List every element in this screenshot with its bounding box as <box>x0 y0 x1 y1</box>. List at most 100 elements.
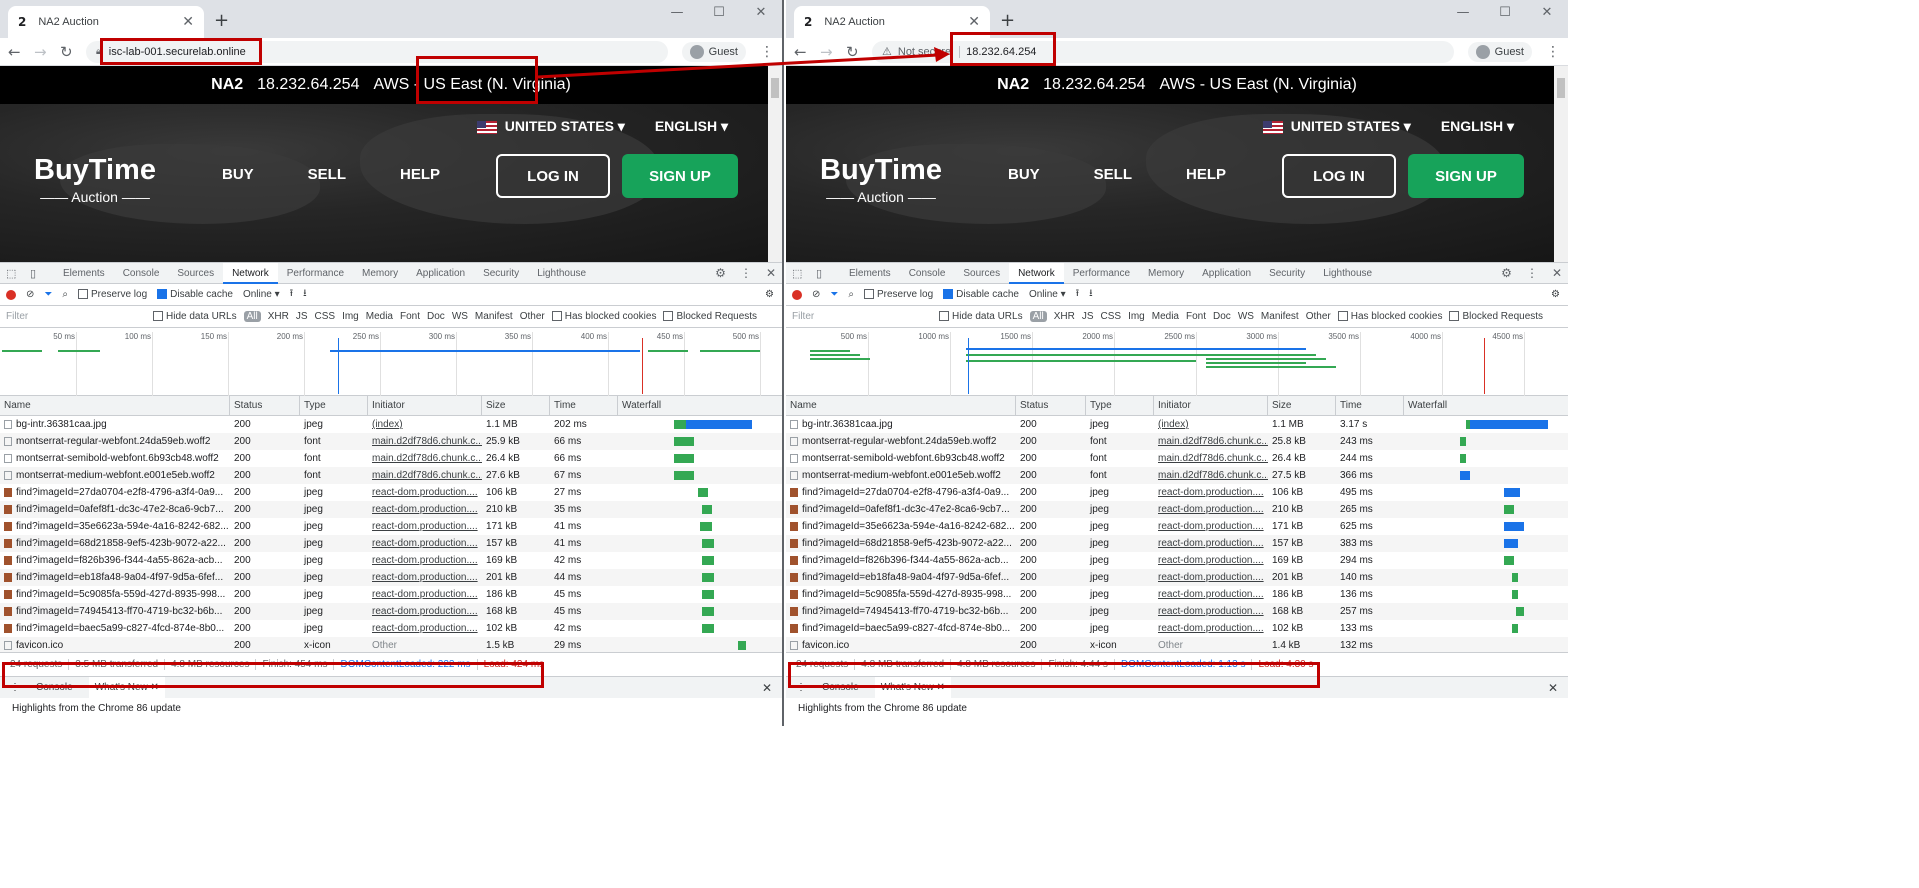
table-row[interactable]: find?imageId=35e6623a-594e-4a16-8242-682… <box>0 518 782 535</box>
site-logo[interactable]: BuyTime —— Auction —— <box>34 154 156 205</box>
row-name[interactable]: find?imageId=eb18fa48-9a04-4f97-9d5a-6fe… <box>0 572 230 583</box>
search-icon[interactable]: ⌕ <box>848 289 854 300</box>
col-time[interactable]: Time <box>1336 395 1404 416</box>
row-initiator[interactable]: react-dom.production.... <box>368 504 482 515</box>
filter-css[interactable]: CSS <box>1101 311 1122 322</box>
table-row[interactable]: find?imageId=5c9085fa-559d-427d-8935-998… <box>786 586 1568 603</box>
row-name[interactable]: find?imageId=27da0704-e2f8-4796-a3f4-0a9… <box>0 487 230 498</box>
table-row[interactable]: find?imageId=baec5a99-c827-4fcd-874e-8b0… <box>0 620 782 637</box>
close-tab-icon[interactable]: ✕ <box>182 14 194 30</box>
row-initiator[interactable]: (index) <box>1154 419 1268 430</box>
row-initiator[interactable]: react-dom.production.... <box>1154 606 1268 617</box>
drawer-tab-console[interactable]: Console <box>36 682 73 693</box>
table-row[interactable]: find?imageId=eb18fa48-9a04-4f97-9d5a-6fe… <box>786 569 1568 586</box>
network-settings-icon[interactable]: ⚙ <box>765 289 774 300</box>
table-row[interactable]: favicon.ico 200 x-icon Other 1.4 kB 132 ms <box>786 637 1568 652</box>
preserve-log-checkbox[interactable]: Preserve log <box>864 289 933 300</box>
row-initiator[interactable]: react-dom.production.... <box>368 606 482 617</box>
drawer-menu-icon[interactable]: ⋮ <box>796 682 806 693</box>
devtools-menu-icon[interactable]: ⋮ <box>1526 266 1538 280</box>
row-name[interactable]: montserrat-medium-webfont.e001e5eb.woff2 <box>0 470 230 481</box>
row-initiator[interactable]: react-dom.production.... <box>1154 504 1268 515</box>
filter-media[interactable]: Media <box>1152 311 1179 322</box>
table-row[interactable]: find?imageId=baec5a99-c827-4fcd-874e-8b0… <box>786 620 1568 637</box>
nav-buy[interactable]: BUY <box>1008 166 1040 183</box>
row-initiator[interactable]: react-dom.production.... <box>368 572 482 583</box>
tab-lighthouse[interactable]: Lighthouse <box>528 263 595 284</box>
drawer-menu-icon[interactable]: ⋮ <box>10 682 20 693</box>
preserve-log-checkbox[interactable]: Preserve log <box>78 289 147 300</box>
row-initiator[interactable]: main.d2df78d6.chunk.c... <box>368 453 482 464</box>
table-row[interactable]: find?imageId=27da0704-e2f8-4796-a3f4-0a9… <box>786 484 1568 501</box>
profile-button[interactable]: Guest <box>681 41 746 62</box>
filter-js[interactable]: JS <box>1082 311 1094 322</box>
filter-all[interactable]: All <box>243 311 261 322</box>
page-scrollbar[interactable] <box>1554 66 1568 262</box>
col-size[interactable]: Size <box>1268 395 1336 416</box>
table-row[interactable]: find?imageId=74945413-ff70-4719-bc32-b6b… <box>0 603 782 620</box>
row-name[interactable]: montserrat-semibold-webfont.6b93cb48.wof… <box>0 453 230 464</box>
warning-icon[interactable]: ⚠ <box>882 45 892 58</box>
hide-data-urls-checkbox[interactable]: Hide data URLs <box>153 311 237 322</box>
row-name[interactable]: montserrat-semibold-webfont.6b93cb48.wof… <box>786 453 1016 464</box>
row-name[interactable]: montserrat-medium-webfont.e001e5eb.woff2 <box>786 470 1016 481</box>
row-initiator[interactable]: react-dom.production.... <box>1154 623 1268 634</box>
throttle-select[interactable]: Online ▾ <box>243 289 280 300</box>
table-row[interactable]: montserrat-semibold-webfont.6b93cb48.wof… <box>786 450 1568 467</box>
row-initiator[interactable]: react-dom.production.... <box>368 623 482 634</box>
signup-button[interactable]: SIGN UP <box>1408 154 1524 198</box>
table-row[interactable]: find?imageId=eb18fa48-9a04-4f97-9d5a-6fe… <box>0 569 782 586</box>
row-initiator[interactable]: main.d2df78d6.chunk.c... <box>368 436 482 447</box>
address-bar[interactable]: 🔒︎ isc-lab-001.securelab.online <box>86 40 668 63</box>
filter-manifest[interactable]: Manifest <box>475 311 513 322</box>
row-initiator[interactable]: main.d2df78d6.chunk.c... <box>1154 436 1268 447</box>
browser-tab[interactable]: 2 NA2 Auction ✕ <box>794 6 990 38</box>
tab-application[interactable]: Application <box>1193 263 1260 284</box>
record-icon[interactable] <box>6 289 16 300</box>
forward-icon[interactable]: → <box>820 43 833 61</box>
table-row[interactable]: find?imageId=f826b396-f344-4a55-862a-acb… <box>786 552 1568 569</box>
reload-icon[interactable]: ↻ <box>60 43 73 61</box>
filter-font[interactable]: Font <box>400 311 420 322</box>
nav-help[interactable]: HELP <box>1186 166 1226 183</box>
blocked-requests-checkbox[interactable]: Blocked Requests <box>1449 311 1543 322</box>
row-name[interactable]: bg-intr.36381caa.jpg <box>786 419 1016 430</box>
col-status[interactable]: Status <box>1016 395 1086 416</box>
row-initiator[interactable]: main.d2df78d6.chunk.c... <box>1154 470 1268 481</box>
col-time[interactable]: Time <box>550 395 618 416</box>
row-name[interactable]: favicon.ico <box>786 640 1016 651</box>
login-button[interactable]: LOG IN <box>1282 154 1396 198</box>
filter-js[interactable]: JS <box>296 311 308 322</box>
tab-application[interactable]: Application <box>407 263 474 284</box>
maximize-icon[interactable]: ☐ <box>1484 0 1526 28</box>
row-initiator[interactable]: (index) <box>368 419 482 430</box>
row-name[interactable]: find?imageId=68d21858-9ef5-423b-9072-a22… <box>786 538 1016 549</box>
row-name[interactable]: find?imageId=baec5a99-c827-4fcd-874e-8b0… <box>0 623 230 634</box>
nav-sell[interactable]: SELL <box>1094 166 1132 183</box>
row-name[interactable]: montserrat-regular-webfont.24da59eb.woff… <box>786 436 1016 447</box>
close-drawer-icon[interactable]: ✕ <box>762 681 772 695</box>
address-bar[interactable]: ⚠ Not secure 18.232.64.254 <box>872 40 1454 63</box>
login-button[interactable]: LOG IN <box>496 154 610 198</box>
export-icon[interactable]: ⭳ <box>303 286 307 303</box>
inspect-icon[interactable]: ⬚ <box>792 267 816 280</box>
tab-network[interactable]: Network <box>1009 262 1064 284</box>
minimize-icon[interactable]: — <box>1442 0 1484 28</box>
table-row[interactable]: find?imageId=35e6623a-594e-4a16-8242-682… <box>786 518 1568 535</box>
row-initiator[interactable]: react-dom.production.... <box>368 555 482 566</box>
table-row[interactable]: find?imageId=0afef8f1-dc3c-47e2-8ca6-9cb… <box>786 501 1568 518</box>
menu-icon[interactable]: ⋮ <box>760 44 774 60</box>
drawer-tab-console[interactable]: Console <box>822 682 859 693</box>
tab-sources[interactable]: Sources <box>954 263 1009 284</box>
filter-media[interactable]: Media <box>366 311 393 322</box>
filter-ws[interactable]: WS <box>452 311 468 322</box>
row-initiator[interactable]: react-dom.production.... <box>368 538 482 549</box>
row-name[interactable]: find?imageId=74945413-ff70-4719-bc32-b6b… <box>786 606 1016 617</box>
row-initiator[interactable]: main.d2df78d6.chunk.c... <box>1154 453 1268 464</box>
col-status[interactable]: Status <box>230 395 300 416</box>
table-row[interactable]: montserrat-medium-webfont.e001e5eb.woff2… <box>786 467 1568 484</box>
row-name[interactable]: find?imageId=5c9085fa-559d-427d-8935-998… <box>0 589 230 600</box>
row-initiator[interactable]: Other <box>368 640 482 651</box>
row-name[interactable]: find?imageId=74945413-ff70-4719-bc32-b6b… <box>0 606 230 617</box>
new-tab-icon[interactable]: + <box>214 10 229 31</box>
